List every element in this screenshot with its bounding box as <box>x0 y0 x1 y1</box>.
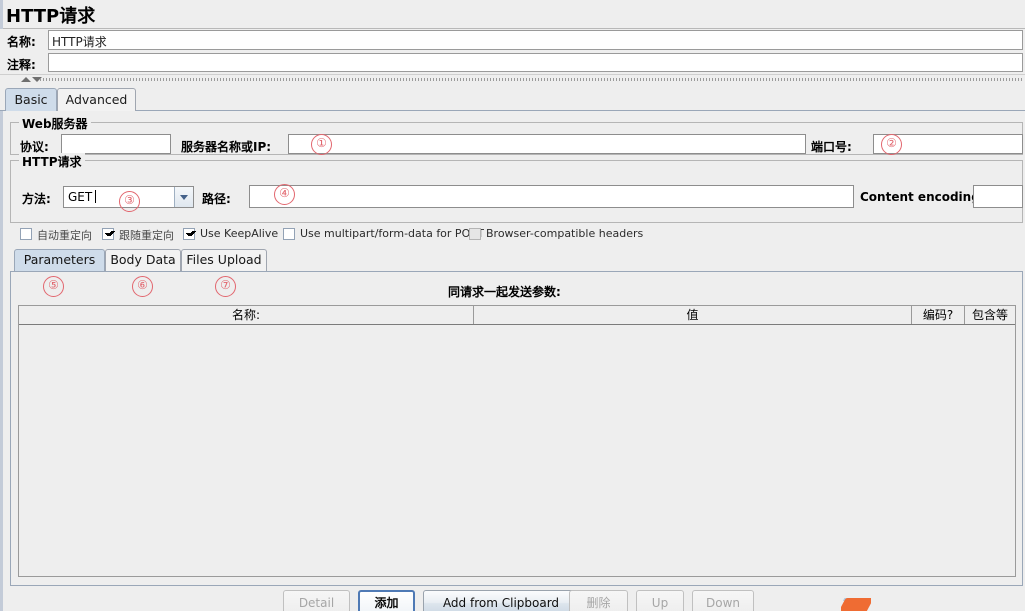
web-server-group-title: Web服务器 <box>19 115 91 132</box>
server-name-field[interactable] <box>288 134 806 154</box>
column-header-name[interactable]: 名称: <box>19 306 474 324</box>
delete-button[interactable]: 删除 <box>569 590 628 611</box>
outer-tab-bar: Basic Advanced <box>0 85 1025 111</box>
column-header-include-equals[interactable]: 包含等于? <box>965 306 1015 340</box>
parameters-table-body[interactable] <box>19 325 1015 576</box>
chevron-up-icon[interactable] <box>21 77 31 82</box>
name-input[interactable]: HTTP请求 <box>48 30 1023 50</box>
add-from-clipboard-button[interactable]: Add from Clipboard <box>423 590 579 611</box>
tab-parameters-label: Parameters <box>23 252 96 267</box>
parameters-panel: 同请求一起发送参数: 名称: 值 编码? 包含等于? <box>10 271 1023 586</box>
delete-button-label: 删除 <box>586 596 611 610</box>
up-button-label: Up <box>651 596 669 610</box>
jmeter-http-request-panel: HTTP请求 名称: HTTP请求 注释: Basic Advanced Web… <box>0 0 1025 611</box>
checkbox-follow-redirect-label: 跟随重定向 <box>119 229 174 242</box>
orange-arrow-graphic <box>841 598 871 611</box>
checkbox-use-multipart-label: Use multipart/form-data for POST <box>300 227 484 240</box>
combo-arrow-button[interactable] <box>174 187 193 207</box>
text-caret <box>95 190 96 203</box>
checkbox-auto-redirect-label: 自动重定向 <box>37 229 92 242</box>
comment-input[interactable] <box>48 53 1023 72</box>
tab-advanced-label: Advanced <box>65 92 128 107</box>
name-input-value: HTTP请求 <box>52 35 107 49</box>
detail-button[interactable]: Detail <box>283 590 350 611</box>
basic-tab-content: Web服务器 协议: 服务器名称或IP: 端口号: HTTP请求 方法: GET… <box>0 111 1025 611</box>
path-field[interactable] <box>249 185 854 208</box>
column-header-value[interactable]: 值 <box>474 306 912 324</box>
port-label: 端口号: <box>811 140 852 154</box>
checkbox-use-keepalive-label: Use KeepAlive <box>200 227 279 240</box>
port-field[interactable] <box>873 134 1023 154</box>
checkbox-checked-icon <box>183 228 195 240</box>
divider-grip-icon <box>40 78 1023 81</box>
column-header-encode[interactable]: 编码? <box>912 306 965 324</box>
tab-files-upload[interactable]: Files Upload <box>181 249 267 271</box>
checkbox-box-icon <box>283 228 295 240</box>
page-title: HTTP请求 <box>6 6 96 27</box>
method-combo-value: GET <box>68 190 93 204</box>
name-label: 名称: <box>7 35 36 49</box>
path-label: 路径: <box>202 192 231 206</box>
tab-basic-label: Basic <box>14 92 48 107</box>
checkbox-checked-icon <box>102 228 114 240</box>
add-from-clipboard-button-label: Add from Clipboard <box>442 596 560 610</box>
checkbox-box-icon <box>20 228 32 240</box>
up-button[interactable]: Up <box>636 590 684 611</box>
chevron-down-icon <box>180 195 188 200</box>
orange-arrow-body <box>841 598 871 611</box>
tab-basic[interactable]: Basic <box>5 88 57 111</box>
parameters-table[interactable]: 名称: 值 编码? 包含等于? <box>18 305 1016 577</box>
split-pane-divider[interactable] <box>0 74 1025 84</box>
method-combo[interactable]: GET <box>63 186 194 208</box>
name-row: 名称: HTTP请求 <box>0 29 1025 53</box>
server-name-label: 服务器名称或IP: <box>181 140 272 154</box>
http-request-group-title: HTTP请求 <box>19 153 85 170</box>
tab-files-upload-label: Files Upload <box>186 252 262 267</box>
panel-title-bar: HTTP请求 <box>0 0 1025 29</box>
tab-parameters[interactable]: Parameters <box>14 249 105 271</box>
method-label: 方法: <box>22 192 51 206</box>
add-button-label: 添加 <box>374 596 399 610</box>
detail-button-label: Detail <box>298 596 335 610</box>
down-button[interactable]: Down <box>692 590 754 611</box>
protocol-field[interactable] <box>61 134 171 154</box>
comment-label: 注释: <box>7 58 36 72</box>
checkbox-browser-compatible-headers-label: Browser-compatible headers <box>486 227 644 240</box>
tab-body-data-label: Body Data <box>110 252 176 267</box>
content-encoding-label: Content encoding: <box>860 190 985 204</box>
http-request-options-row: 自动重定向 跟随重定向 Use KeepAlive Use multipart/… <box>3 227 1023 245</box>
down-button-label: Down <box>705 596 740 610</box>
comment-row: 注释: <box>0 53 1025 75</box>
tab-advanced[interactable]: Advanced <box>57 88 136 111</box>
tab-body-data[interactable]: Body Data <box>105 249 181 271</box>
checkbox-box-icon <box>469 228 481 240</box>
parameters-table-header: 名称: 值 编码? 包含等于? <box>19 306 1015 340</box>
left-accent-bar <box>0 0 3 29</box>
add-button[interactable]: 添加 <box>358 590 415 611</box>
inner-tab-bar: Parameters Body Data Files Upload <box>10 247 1023 272</box>
content-encoding-field[interactable] <box>973 185 1023 208</box>
send-parameters-label: 同请求一起发送参数: <box>448 285 561 299</box>
